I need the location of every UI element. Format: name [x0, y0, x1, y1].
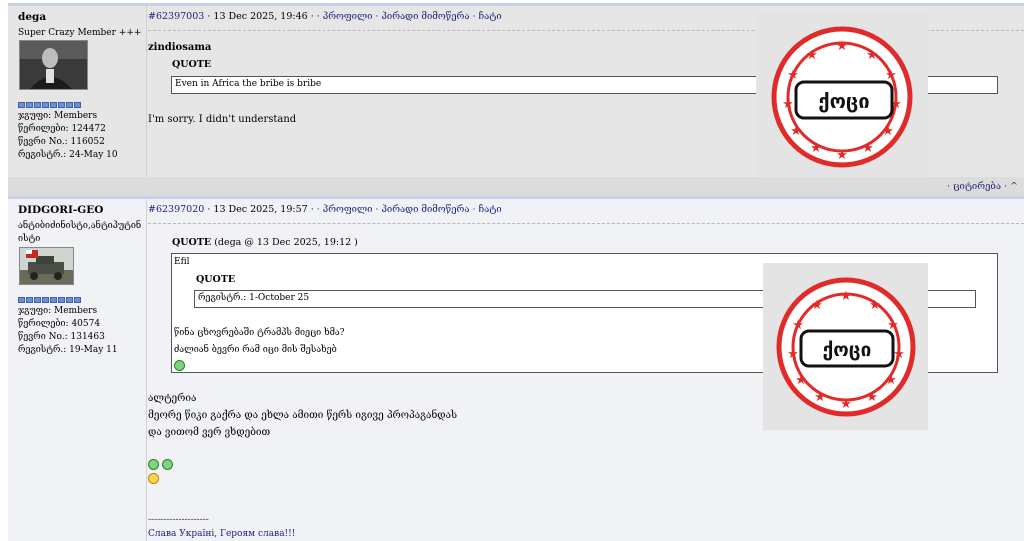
post-footer-bar: · ციტირება · ^: [8, 177, 1024, 196]
laughing-smiley-icons: [148, 459, 174, 470]
svg-text:★: ★: [893, 347, 905, 362]
author-member-no: წევრი No.: 116052: [18, 137, 105, 147]
author-panel: dega Super Crazy Member +++ ჯგუფი: Membe…: [8, 6, 147, 180]
quote-link[interactable]: · ციტირება ·: [947, 181, 1007, 192]
reputation-bar: [18, 102, 81, 108]
svg-text:★: ★: [836, 39, 848, 54]
signature-separator: --------------------: [148, 515, 209, 525]
svg-text:★: ★: [885, 68, 897, 83]
svg-text:★: ★: [882, 124, 894, 139]
quote-text: Even in Africa the bribe is bribe: [175, 79, 322, 89]
avatar[interactable]: [19, 40, 88, 90]
author-posts: წერილები: 40574: [18, 319, 101, 329]
author-rank-line2: ისტი: [18, 234, 41, 244]
post-62397003: dega Super Crazy Member +++ ჯგუფი: Membe…: [8, 3, 1024, 182]
yellow-smiley-icon: [148, 473, 159, 484]
svg-text:★: ★: [862, 141, 874, 156]
author-registered: რეგისტრ.: 24-May 10: [18, 150, 118, 160]
body-line-3: და ვითომ ვერ ვხდებით: [148, 427, 271, 438]
author-posts: წერილები: 124472: [18, 124, 106, 134]
post-date: · 13 Dec 2025, 19:57 ·: [207, 204, 314, 215]
svg-text:★: ★: [790, 124, 802, 139]
svg-text:★: ★: [814, 390, 826, 405]
quote-line-1: წინა ცხოვრებაში ტრამპს მიეცი ხმა?: [174, 328, 345, 338]
post-id-link[interactable]: #62397020: [148, 204, 204, 215]
post-date: · 13 Dec 2025, 19:46 ·: [207, 11, 314, 22]
post-header: #62397003 · 13 Dec 2025, 19:46 · · პროფი…: [148, 11, 502, 22]
svg-text:★: ★: [840, 289, 852, 304]
quote-label: QUOTE: [172, 237, 212, 248]
author-registered: რეგისტრ.: 19-May 11: [18, 345, 118, 355]
svg-text:★: ★: [811, 298, 823, 313]
author-panel: DIDGORI-GEO ანტიბიძინისტი,ანტიპუტინ ისტი…: [8, 199, 147, 541]
svg-text:★: ★: [806, 48, 818, 63]
svg-text:★: ★: [866, 390, 878, 405]
quote-meta: (dega @ 13 Dec 2025, 19:12 ): [214, 237, 358, 248]
quote-header: QUOTE (dega @ 13 Dec 2025, 19:12 ): [172, 237, 358, 248]
quote-label: QUOTE: [172, 59, 212, 70]
svg-text:★: ★: [869, 298, 881, 313]
body-line-1: ალტერია: [148, 393, 197, 404]
svg-text:★: ★: [787, 68, 799, 83]
smiley-icon: [174, 360, 185, 371]
svg-text:★: ★: [792, 318, 804, 333]
author-group: ჯგუფი: Members: [18, 306, 98, 316]
svg-text:★: ★: [782, 97, 794, 112]
quoted-user: zindiosama: [148, 42, 212, 53]
header-divider: [148, 223, 1024, 224]
avatar[interactable]: [19, 247, 74, 285]
chat-link[interactable]: · ჩატი: [473, 204, 502, 215]
post-62397020: DIDGORI-GEO ანტიბიძინისტი,ანტიპუტინ ისტი…: [8, 196, 1024, 541]
svg-text:★: ★: [787, 347, 799, 362]
author-member-no: წევრი No.: 131463: [18, 332, 105, 342]
post-id-link[interactable]: #62397003: [148, 11, 204, 22]
stamp-image: ★ ★ ★ ★ ★ ★ ★ ★ ★ ★ ★ ★ ქოცი: [763, 263, 928, 430]
post-body: I'm sorry. I didn't understand: [148, 114, 297, 125]
author-username[interactable]: dega: [18, 11, 46, 23]
inner-quote-text: რეგისტრ.: 1-October 25: [198, 293, 310, 303]
stamp-text: ქოცი: [823, 339, 872, 361]
author-rank-line1: ანტიბიძინისტი,ანტიპუტინ: [18, 221, 142, 231]
author-group: ჯგუფი: Members: [18, 111, 98, 121]
author-username[interactable]: DIDGORI-GEO: [18, 204, 103, 216]
back-to-top-link[interactable]: ^: [1010, 181, 1018, 192]
body-line-2: მეორე წიკი გაქრა და ეხლა ამითი წერს იგივ…: [148, 410, 458, 421]
chat-link[interactable]: · ჩატი: [473, 11, 502, 22]
inner-quote-label: QUOTE: [196, 274, 236, 285]
svg-text:★: ★: [840, 397, 852, 412]
svg-text:★: ★: [885, 373, 897, 388]
post-header: #62397020 · 13 Dec 2025, 19:57 · · პროფი…: [148, 204, 502, 215]
inner-author: Efil: [174, 257, 190, 267]
svg-text:★: ★: [866, 48, 878, 63]
profile-link[interactable]: · პროფილი: [317, 11, 373, 22]
stamp-text: ქოცი: [818, 89, 869, 113]
private-message-link[interactable]: · პირადი მიმოწერა: [375, 204, 469, 215]
reputation-bar: [18, 297, 81, 303]
svg-text:★: ★: [810, 141, 822, 156]
stamp-image: ★ ★ ★ ★ ★ ★ ★ ★ ★ ★ ★ ★ ქოცი: [756, 12, 928, 182]
svg-text:★: ★: [836, 148, 848, 163]
svg-text:★: ★: [795, 373, 807, 388]
profile-link[interactable]: · პროფილი: [317, 204, 373, 215]
quote-line-2: ძალიან ბევრი რამ იცი მის შესახებ: [174, 345, 337, 355]
private-message-link[interactable]: · პირადი მიმოწერა: [375, 11, 469, 22]
author-rank: Super Crazy Member +++: [18, 28, 142, 38]
